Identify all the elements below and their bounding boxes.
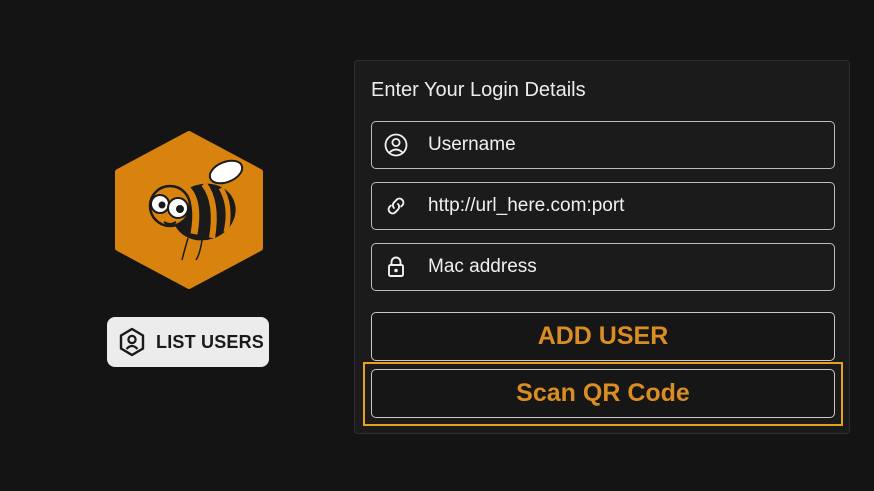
list-users-button[interactable]: LIST USERS [107,317,269,367]
add-user-button[interactable]: ADD USER [371,312,835,361]
list-users-label: LIST USERS [156,331,265,352]
mac-address-field[interactable]: Mac address [371,243,835,291]
username-field[interactable]: Username [371,121,835,169]
link-icon [387,197,405,215]
mac-address-value: Mac address [428,256,537,277]
url-value: http://url_here.com:port [428,195,625,216]
panel-title: Enter Your Login Details [371,79,586,101]
url-field[interactable]: http://url_here.com:port [371,182,835,230]
lock-icon [388,256,404,277]
scan-qr-code-label: Scan QR Code [516,379,690,407]
bee-logo-icon [115,131,263,289]
user-hexagon-icon [119,327,145,357]
add-user-label: ADD USER [537,322,669,350]
login-panel: Enter Your Login Details Username http:/… [354,60,850,434]
login-screen: LIST USERS Enter Your Login Details User… [0,0,874,491]
username-value: Username [428,134,516,155]
scan-qr-code-button[interactable]: Scan QR Code [371,369,835,418]
user-circle-icon [384,133,408,157]
